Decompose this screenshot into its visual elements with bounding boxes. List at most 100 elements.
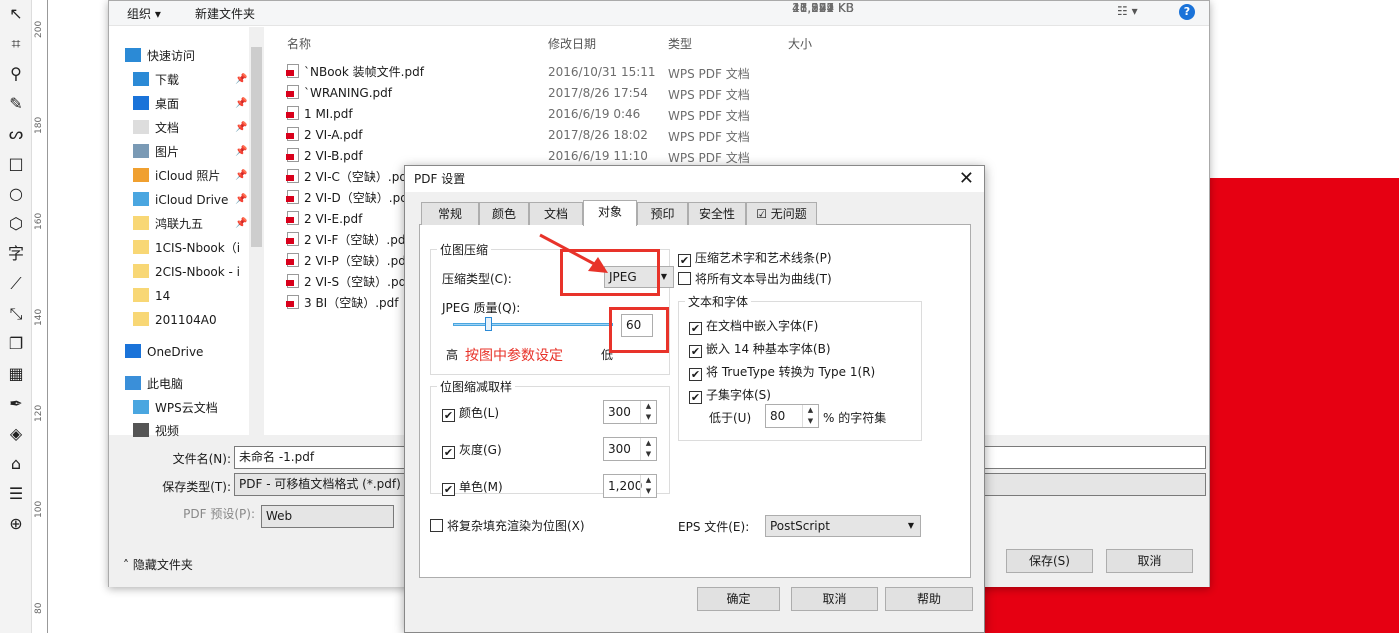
preset-select[interactable]: Web (261, 505, 394, 528)
font-option-checkbox[interactable]: ✔ 将 TrueType 转换为 Type 1(R) (689, 364, 875, 381)
tab[interactable]: 安全性 (688, 202, 746, 225)
file-row[interactable]: 2 VI-P（空缺）.pdf (286, 251, 410, 271)
nav-item[interactable]: 下载 (133, 70, 251, 90)
font-option-checkbox[interactable]: ✔ 嵌入 14 种基本字体(B) (689, 341, 831, 358)
view-options-icon[interactable]: ☷ ▾ (1117, 4, 1138, 18)
file-row[interactable]: 3 BI（空缺）.pdf (286, 293, 399, 313)
cancel-button[interactable]: 取消 (1106, 549, 1193, 573)
transparency-tool-icon[interactable]: ▦ (6, 364, 26, 384)
file-row[interactable]: 2 VI-S（空缺）.pdf (286, 272, 410, 292)
pin-icon[interactable]: 📌 (235, 122, 247, 133)
pin-icon[interactable]: 📌 (235, 98, 247, 109)
object-properties-icon[interactable]: ☰ (6, 484, 26, 504)
help-button[interactable]: 帮助 (885, 587, 973, 611)
text-tool-icon[interactable]: 字 (6, 244, 26, 264)
spin-arrows-icon[interactable]: ▲ ▼ (640, 438, 656, 460)
file-row[interactable]: `WRANING.pdf (286, 83, 392, 103)
nav-item[interactable]: WPS云文档 (133, 398, 251, 418)
file-row[interactable]: 2 VI-B.pdf (286, 146, 363, 166)
rectangle-tool-icon[interactable]: □ (6, 154, 26, 174)
nav-item[interactable]: 快速访问 (125, 46, 243, 66)
spin-arrows-icon[interactable]: ▲ ▼ (640, 401, 656, 423)
parallel-dimension-tool-icon[interactable]: ⟋ (6, 274, 26, 294)
column-type[interactable]: 类型 (668, 35, 692, 52)
nav-item[interactable]: 鸿联九五 (133, 214, 251, 234)
nav-item[interactable]: 视频 (133, 421, 251, 441)
nav-scrollbar[interactable] (249, 27, 264, 435)
file-type: WPS PDF 文档 (668, 88, 750, 102)
render-complex-checkbox[interactable]: 将复杂填充渲染为位图(X) (430, 518, 585, 534)
ok-button[interactable]: 确定 (697, 587, 780, 611)
nav-item[interactable]: 桌面 (133, 94, 251, 114)
tab[interactable]: 对象 (583, 200, 637, 226)
zoom-tool-icon[interactable]: ⚲ (6, 64, 26, 84)
pin-icon[interactable]: 📌 (235, 218, 247, 229)
font-option-checkbox[interactable]: ✔ 子集字体(S) (689, 387, 771, 404)
cancel-button[interactable]: 取消 (791, 587, 878, 611)
file-row[interactable]: 2 VI-F（空缺）.pdf (286, 230, 410, 250)
font-option-checkbox[interactable]: ✔ 在文档中嵌入字体(F) (689, 318, 818, 335)
pin-icon[interactable]: 📌 (235, 194, 247, 205)
nav-item[interactable]: 此电脑 (125, 374, 243, 394)
downsample-checkbox[interactable]: ✔ 单色(M) (442, 479, 503, 496)
nav-item[interactable]: OneDrive (125, 342, 243, 362)
nav-item[interactable]: iCloud Drive (133, 190, 251, 210)
pin-icon[interactable]: 📌 (235, 146, 247, 157)
nav-item[interactable]: 201104A0 (133, 310, 251, 330)
nav-item[interactable]: 2CIS-Nbook - i (133, 262, 251, 282)
resolution-spinner[interactable]: 300 ▲ ▼ (603, 437, 657, 461)
file-row[interactable]: 2 VI-A.pdf (286, 125, 363, 145)
resolution-spinner[interactable]: 1,200 ▲ ▼ (603, 474, 657, 498)
downsample-checkbox[interactable]: ✔ 灰度(G) (442, 442, 502, 459)
quality-slider-thumb[interactable] (485, 317, 492, 331)
file-row[interactable]: 1 MI.pdf (286, 104, 353, 124)
tab[interactable]: 颜色 (479, 202, 529, 225)
polygon-tool-icon[interactable]: ⬡ (6, 214, 26, 234)
close-icon[interactable]: ✕ (959, 166, 974, 192)
file-row[interactable]: 2 VI-E.pdf (286, 209, 362, 229)
nav-item[interactable]: 文档 (133, 118, 251, 138)
quality-slider-track[interactable] (453, 323, 613, 326)
nav-item[interactable]: 1CIS-Nbook（i (133, 238, 251, 258)
nav-item[interactable]: iCloud 照片 (133, 166, 251, 186)
save-button[interactable]: 保存(S) (1006, 549, 1093, 573)
file-row[interactable]: `NBook 装帧文件.pdf (286, 62, 424, 82)
artistic-media-tool-icon[interactable]: ᔕ (6, 124, 26, 144)
tab[interactable]: ☑ 无问题 (746, 202, 817, 225)
pin-icon[interactable]: 📌 (235, 74, 247, 85)
tab[interactable]: 常规 (421, 202, 479, 225)
downsample-checkbox[interactable]: ✔ 颜色(L) (442, 405, 499, 422)
drop-shadow-tool-icon[interactable]: ❐ (6, 334, 26, 354)
export-curves-checkbox[interactable]: 将所有文本导出为曲线(T) (678, 271, 832, 287)
ellipse-tool-icon[interactable]: ○ (6, 184, 26, 204)
pick-tool-icon[interactable]: ↖ (6, 4, 26, 24)
tab[interactable]: 预印 (637, 202, 688, 225)
add-tool-icon[interactable]: ⊕ (6, 514, 26, 534)
column-size[interactable]: 大小 (788, 35, 812, 52)
compress-art-checkbox[interactable]: ✔ 压缩艺术字和艺术线条(P) (678, 250, 832, 267)
spin-arrows-icon[interactable]: ▲ ▼ (802, 405, 818, 427)
freehand-tool-icon[interactable]: ✎ (6, 94, 26, 114)
hide-folders-toggle[interactable]: ˄ 隐藏文件夹 (123, 556, 193, 573)
tab[interactable]: 文档 (529, 202, 583, 225)
smart-fill-tool-icon[interactable]: ⌂ (6, 454, 26, 474)
pin-icon[interactable]: 📌 (235, 170, 247, 181)
nav-item[interactable]: 14 (133, 286, 251, 306)
new-folder-button[interactable]: 新建文件夹 (195, 5, 255, 22)
interactive-fill-tool-icon[interactable]: ◈ (6, 424, 26, 444)
connector-tool-icon[interactable]: ⤡ (6, 304, 26, 324)
resolution-spinner[interactable]: 300 ▲ ▼ (603, 400, 657, 424)
subset-threshold-spinner[interactable]: 80 ▲ ▼ (765, 404, 819, 428)
column-date[interactable]: 修改日期 (548, 35, 596, 52)
eyedropper-tool-icon[interactable]: ✒ (6, 394, 26, 414)
file-row[interactable]: 2 VI-D（空缺）.pdf (286, 188, 412, 208)
nav-item[interactable]: 图片 (133, 142, 251, 162)
eps-select[interactable]: PostScript ▼ (765, 515, 921, 537)
column-name[interactable]: 名称 (287, 35, 311, 52)
scrollbar-thumb[interactable] (251, 47, 262, 247)
organize-button[interactable]: 组织 ▾ (127, 5, 161, 22)
file-row[interactable]: 2 VI-C（空缺）.pdf (286, 167, 411, 187)
spin-arrows-icon[interactable]: ▲ ▼ (640, 475, 656, 497)
help-icon[interactable]: ? (1179, 4, 1195, 20)
crop-tool-icon[interactable]: ⌗ (6, 34, 26, 54)
